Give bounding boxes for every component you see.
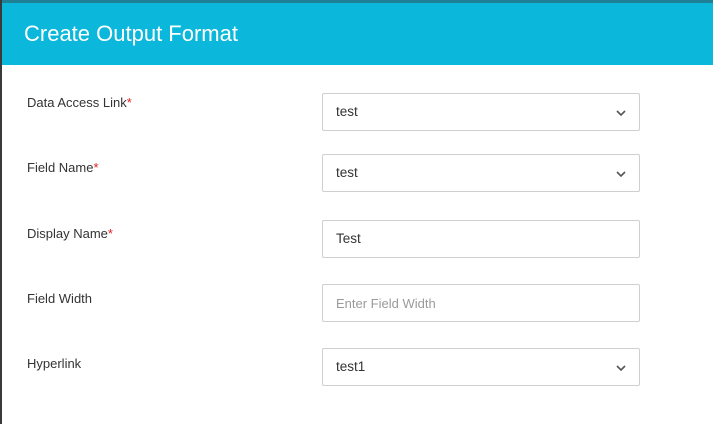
required-marker: * xyxy=(107,226,113,241)
display-name-row: Display Name* Test xyxy=(0,220,713,266)
field-width-row: Field Width xyxy=(0,284,713,331)
display-name-input-value: Test xyxy=(336,231,361,246)
display-name-label: Display Name* xyxy=(27,226,113,242)
dialog-header: Create Output Format xyxy=(2,0,713,65)
field-name-row: Field Name* test xyxy=(0,154,713,200)
create-output-format-dialog: Create Output Format Data Access Link* t… xyxy=(0,0,713,424)
display-name-label-text: Display Name xyxy=(27,226,108,241)
field-name-label-text: Field Name xyxy=(27,160,94,175)
data-access-link-label-text: Data Access Link xyxy=(27,95,127,110)
field-name-select[interactable]: test xyxy=(322,154,640,192)
field-name-selected-value: test xyxy=(336,165,358,180)
chevron-down-icon xyxy=(616,365,626,372)
hyperlink-label: Hyperlink xyxy=(27,356,82,371)
chevron-down-icon xyxy=(616,171,626,178)
field-name-label: Field Name* xyxy=(27,160,99,176)
dialog-title: Create Output Format xyxy=(24,21,238,46)
required-marker: * xyxy=(126,95,132,110)
data-access-link-row: Data Access Link* test xyxy=(0,93,713,135)
hyperlink-row: Hyperlink test1 xyxy=(0,348,713,396)
data-access-link-label: Data Access Link* xyxy=(27,95,132,111)
field-width-input-box xyxy=(322,284,640,322)
hyperlink-selected-value: test1 xyxy=(336,359,366,374)
field-width-label: Field Width xyxy=(27,291,93,306)
required-marker: * xyxy=(93,160,99,175)
hyperlink-select[interactable]: test1 xyxy=(322,348,640,386)
chevron-down-icon xyxy=(616,110,626,117)
field-width-input[interactable] xyxy=(323,285,639,321)
data-access-link-selected-value: test xyxy=(336,104,358,119)
data-access-link-select[interactable]: test xyxy=(322,93,640,131)
display-name-input[interactable]: Test xyxy=(322,220,640,258)
